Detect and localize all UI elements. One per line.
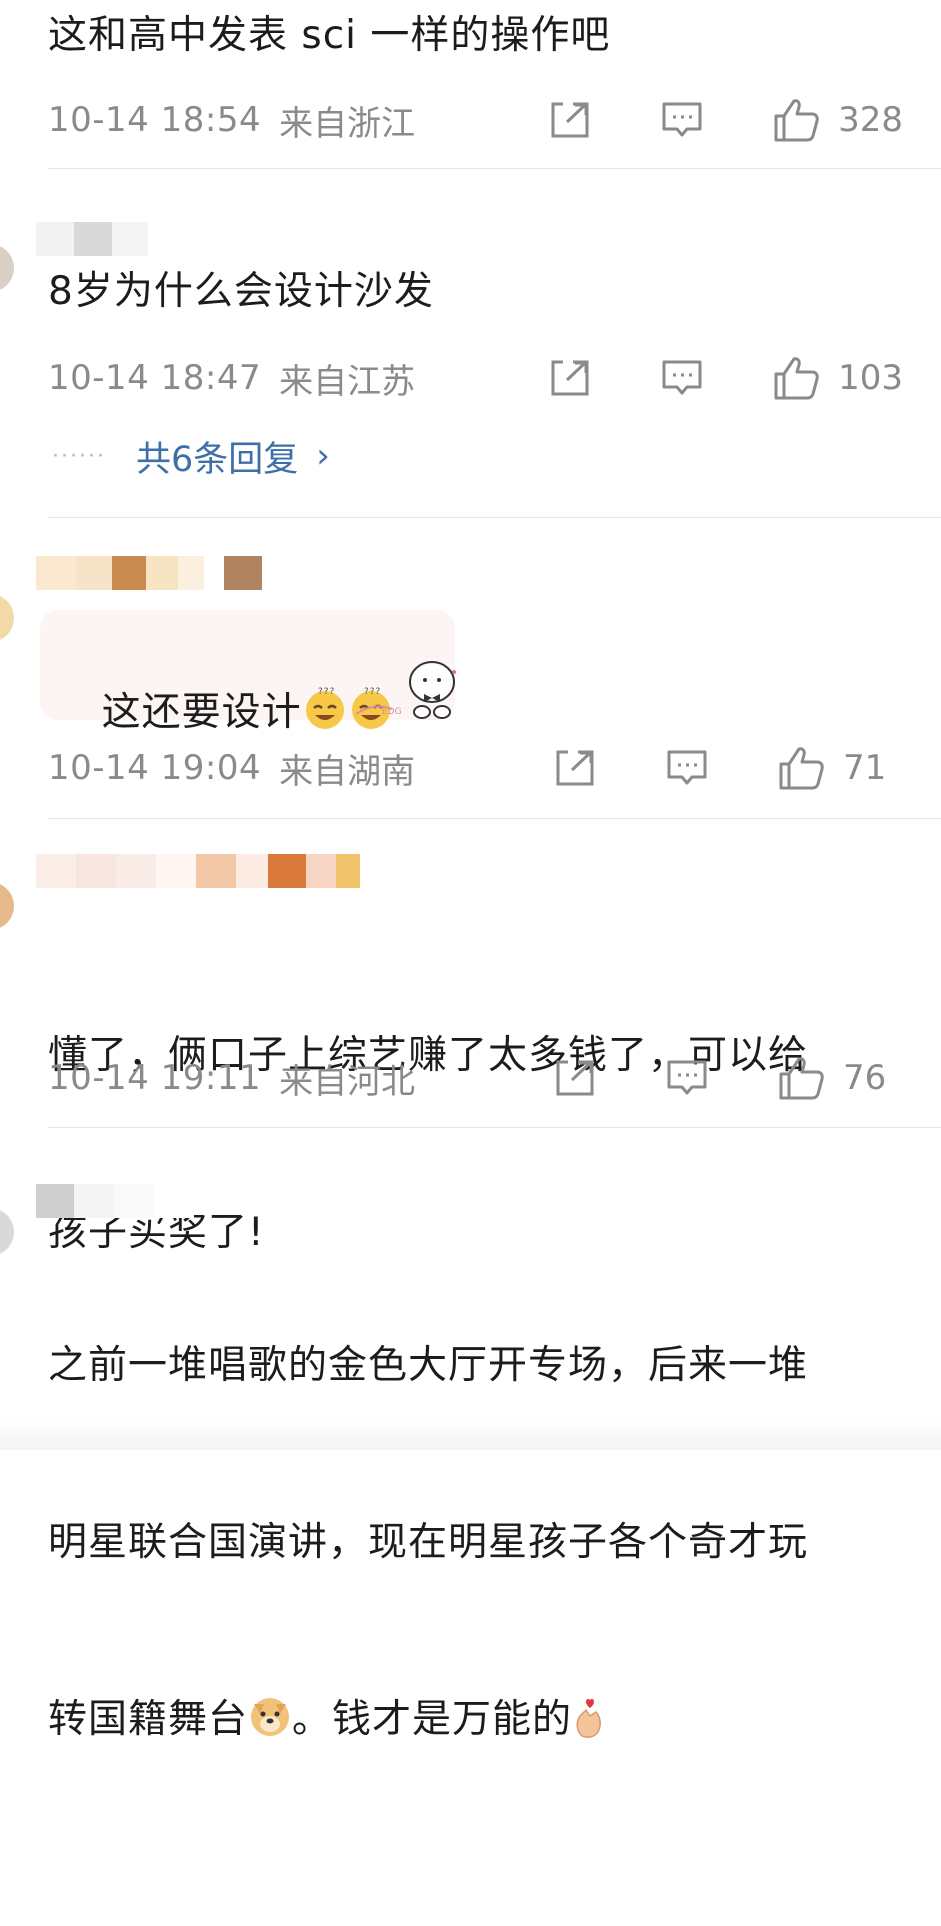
comment-time: 10-14 18:54 xyxy=(48,100,262,140)
svg-text:???: ??? xyxy=(318,687,335,697)
bubble-sticker: EDG xyxy=(355,661,456,719)
like-count: 103 xyxy=(838,358,903,398)
comment-time: 10-14 19:11 xyxy=(48,1058,262,1098)
divider xyxy=(48,1127,941,1128)
share-button[interactable] xyxy=(548,358,592,398)
comment-text-line: 明星联合国演讲，现在明星孩子各个奇才玩 xyxy=(48,1520,809,1565)
comment-icon xyxy=(667,1060,707,1095)
comment-time: 10-14 18:47 xyxy=(48,358,262,398)
like-count: 71 xyxy=(843,748,887,788)
comment-location: 来自湖南 xyxy=(279,751,416,792)
like-icon xyxy=(774,357,819,400)
username-blurred[interactable] xyxy=(36,556,262,590)
comment-meta: 10-14 19:04 来自湖南 71 xyxy=(48,746,903,792)
reply-button[interactable] xyxy=(665,748,709,788)
comment-text: 之前一堆唱歌的金色大厅开专场，后来一堆 明星联合国演讲，现在明星孩子各个奇才玩 … xyxy=(48,1218,903,1926)
username-blurred[interactable] xyxy=(36,854,360,888)
divider xyxy=(48,818,941,819)
replies-link[interactable]: 共6条回复 xyxy=(136,431,298,482)
comment-text: 这和高中发表 sci 一样的操作吧 xyxy=(48,13,611,58)
share-button[interactable] xyxy=(553,1058,597,1098)
chevron-right-icon: › xyxy=(316,436,330,476)
comment-actions: 71 xyxy=(553,746,903,790)
username-blurred[interactable] xyxy=(36,222,148,256)
share-icon xyxy=(556,1060,594,1096)
like-count: 76 xyxy=(843,1058,887,1098)
comment-actions: 328 xyxy=(548,98,903,142)
comment-text-fragment: 转国籍舞台 xyxy=(48,1697,249,1742)
comment-icon xyxy=(662,102,702,137)
divider xyxy=(48,168,941,169)
comment-meta: 10-14 19:11 来自河北 76 xyxy=(48,1056,903,1102)
avatar[interactable] xyxy=(0,244,14,292)
emoji-finger-heart-icon xyxy=(576,1698,601,1738)
like-button[interactable]: 76 xyxy=(777,1055,903,1101)
replies-dots: ······ xyxy=(52,443,106,469)
like-icon xyxy=(779,1057,824,1100)
comment-time: 10-14 19:04 xyxy=(48,748,262,788)
emoji-dizzy-icon: ??? xyxy=(305,687,344,729)
comment-actions: 103 xyxy=(548,356,903,400)
reply-button[interactable] xyxy=(660,358,704,398)
comment-icon xyxy=(662,360,702,395)
comment-icon xyxy=(667,750,707,785)
share-button[interactable] xyxy=(548,100,592,140)
avatar[interactable] xyxy=(0,1208,14,1256)
comment-meta: 10-14 18:47 来自江苏 103 xyxy=(48,356,903,402)
reply-button[interactable] xyxy=(660,100,704,140)
sticker-text: EDG xyxy=(382,707,402,717)
emoji-doge-icon xyxy=(251,1698,290,1736)
share-icon xyxy=(551,102,589,138)
like-count: 328 xyxy=(838,100,903,140)
share-button[interactable] xyxy=(553,748,597,788)
share-icon xyxy=(551,360,589,396)
divider xyxy=(48,517,941,518)
comment-text-line: 之前一堆唱歌的金色大厅开专场，后来一堆 xyxy=(48,1343,809,1388)
avatar[interactable] xyxy=(0,882,14,930)
comment-location: 来自江苏 xyxy=(279,361,416,402)
like-button[interactable]: 103 xyxy=(772,355,903,401)
comment-text: 8岁为什么会设计沙发 xyxy=(48,269,434,314)
comment-text-content: 这还要设计 xyxy=(101,690,302,735)
bottom-fade xyxy=(0,1418,941,1450)
comment-actions: 76 xyxy=(553,1056,903,1100)
username-blurred[interactable] xyxy=(36,1184,194,1218)
view-replies[interactable]: ······ 共6条回复 › xyxy=(52,434,330,480)
comment-meta: 10-14 18:54 来自浙江 328 xyxy=(48,98,903,144)
like-icon xyxy=(774,99,819,142)
comment-location: 来自河北 xyxy=(279,1061,416,1102)
comment-text-fragment: 。钱才是万能的 xyxy=(292,1697,573,1742)
like-button[interactable]: 71 xyxy=(777,745,903,791)
comment-text-line: 转国籍舞台 。钱才是万能的 xyxy=(48,1690,903,1808)
like-button[interactable]: 328 xyxy=(772,97,903,143)
comment-location: 来自浙江 xyxy=(279,103,416,144)
share-icon xyxy=(556,750,594,786)
reply-button[interactable] xyxy=(665,1058,709,1098)
like-icon xyxy=(779,747,824,790)
avatar[interactable] xyxy=(0,594,14,642)
